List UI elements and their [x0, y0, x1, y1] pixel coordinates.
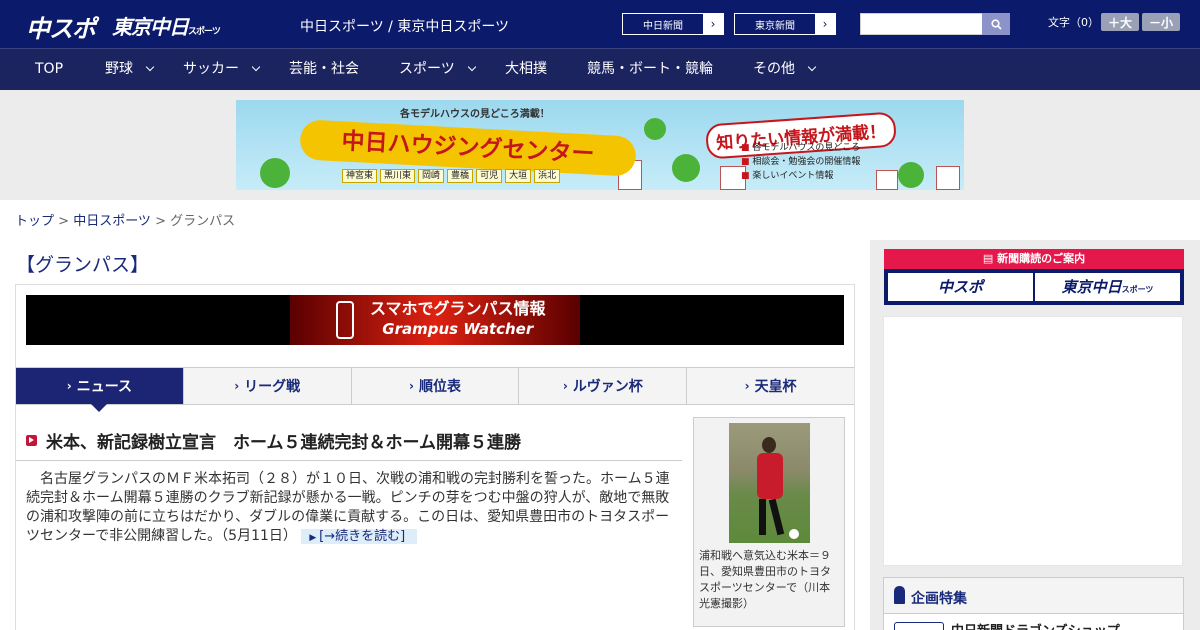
grampus-watcher-text: スマホでグランパス情報 Grampus Watcher [370, 299, 546, 339]
tab-bar: › ニュース › リーグ戦 › 順位表 › ルヴァン杯 › 天皇杯 [16, 367, 854, 412]
chunichi-shimbun-label: 中日新聞 [643, 20, 683, 32]
ad-city: 可児 [476, 169, 503, 183]
header: 中スポ 東京中日スポーツ 中日スポーツ / 東京中日スポーツ 中日新聞 › 東京… [0, 0, 1200, 48]
nav-item-baseball[interactable]: 野球 [105, 49, 155, 89]
ad-city: 岡崎 [418, 169, 445, 183]
chevron-right-icon: › [562, 379, 568, 393]
article-body: 名古屋グランパスのＭＦ米本拓司（２８）が１０日、次戦の浦和戦の完封勝利を誓った。… [26, 470, 681, 548]
ad-city: 大垣 [505, 169, 532, 183]
breadcrumb-section-link[interactable]: 中日スポーツ [73, 214, 151, 229]
chevron-right-icon: › [66, 379, 72, 393]
article-marker-icon [26, 435, 37, 446]
smartphone-icon [336, 301, 354, 339]
ad-list-item: 楽しいイベント情報 [741, 169, 860, 183]
nav-item-sumo[interactable]: 大相撲 [505, 49, 547, 89]
chevron-right-icon: › [703, 14, 723, 34]
tokyo-chunichi-logo[interactable]: 東京中日スポーツ [112, 11, 221, 40]
player-figure [768, 498, 785, 536]
chevron-right-icon: › [744, 379, 750, 393]
ribbon-icon [894, 586, 905, 604]
photo-caption: 浦和戦へ意気込む米本＝９日、愛知県豊田市のトヨタスポーツセンターで（川本光憲撮影… [699, 549, 831, 610]
font-size-label: 文字（0） [1048, 16, 1099, 29]
ad-list-item: 相談会・勉強会の開催情報 [741, 155, 860, 169]
chusupo-subscribe-logo[interactable]: 中スポ [888, 273, 1033, 301]
chevron-right-icon: › [409, 379, 414, 393]
chevron-down-icon [467, 62, 476, 72]
ad-banner-cities: 神宮東 黒川東 岡崎 豊橋 可児 大垣 浜北 [342, 169, 561, 183]
tab-standings[interactable]: › 順位表 [352, 368, 520, 404]
ad-list-item: 各モデルハウスの見どころ [741, 141, 860, 155]
ad-city: 豊橋 [447, 169, 474, 183]
chevron-right-icon: › [234, 379, 240, 393]
chunichi-shimbun-button[interactable]: 中日新聞 › [622, 13, 724, 35]
subscription-title: ▤ 新聞購読のご案内 [884, 249, 1184, 269]
ad-banner-top-text: 各モデルハウスの見どころ満載！ [400, 109, 550, 120]
site-name: 中日スポーツ / 東京中日スポーツ [300, 19, 510, 35]
font-larger-button[interactable]: ＋大 [1101, 13, 1139, 31]
chusupo-logo[interactable]: 中スポ [26, 9, 96, 44]
tokyo-chunichi-subscribe-logo[interactable]: 東京中日スポーツ [1035, 273, 1180, 301]
chevron-down-icon [251, 62, 261, 72]
nav-item-sports[interactable]: スポーツ [399, 49, 476, 89]
feature-section: 企画特集 中日新聞ドラゴンズショップ [883, 577, 1184, 630]
search-icon [990, 18, 1002, 30]
grampus-watcher-banner[interactable]: スマホでグランパス情報 Grampus Watcher [26, 295, 844, 345]
player-figure [757, 453, 783, 499]
chevron-right-icon: › [815, 14, 835, 34]
tab-league[interactable]: › リーグ戦 [184, 368, 352, 404]
article-photo-box: 浦和戦へ意気込む米本＝９日、愛知県豊田市のトヨタスポーツセンターで（川本光憲撮影… [693, 417, 845, 627]
feature-thumbnail[interactable] [894, 622, 944, 630]
tree-decoration [672, 154, 700, 182]
tree-decoration [898, 162, 924, 188]
search-button[interactable] [982, 13, 1010, 35]
grampus-watcher-line2: Grampus Watcher [382, 320, 534, 338]
article-date: （5月11日） [221, 528, 297, 544]
tab-levain-cup[interactable]: › ルヴァン杯 [519, 368, 688, 404]
feature-title: 企画特集 [911, 591, 967, 607]
nav-item-entertainment[interactable]: 芸能・社会 [289, 49, 359, 89]
ad-city: 黒川東 [380, 169, 416, 183]
tab-news[interactable]: › ニュース [16, 368, 184, 412]
breadcrumb: トップ > 中日スポーツ > グランパス [15, 210, 235, 229]
read-more-link[interactable]: [→続きを読む] [301, 529, 418, 544]
nav-item-soccer[interactable]: サッカー [183, 49, 261, 89]
article-photo[interactable] [729, 423, 810, 543]
breadcrumb-current: グランパス [170, 214, 236, 229]
feature-item-link[interactable]: 中日新聞ドラゴンズショップ [951, 620, 1120, 630]
article-title[interactable]: 米本、新記録樹立宣言 ホーム５連続完封＆ホーム開幕５連勝 [46, 428, 521, 453]
tree-decoration [260, 158, 290, 188]
soccer-ball-icon [789, 529, 799, 539]
main-content: スマホでグランパス情報 Grampus Watcher › ニュース › リーグ戦 … [15, 284, 855, 630]
ad-placeholder [883, 316, 1183, 566]
nav-item-other[interactable]: その他 [753, 49, 817, 89]
house-decoration [936, 166, 960, 190]
ad-city: 神宮東 [342, 169, 378, 183]
font-smaller-button[interactable]: －小 [1142, 13, 1180, 31]
breadcrumb-separator: > [54, 214, 74, 229]
article-header: 米本、新記録樹立宣言 ホーム５連続完封＆ホーム開幕５連勝 [16, 425, 682, 461]
house-decoration [876, 170, 898, 190]
feature-header: 企画特集 [884, 578, 1183, 614]
search-input[interactable] [860, 13, 984, 35]
main-nav: TOP 野球 サッカー 芸能・社会 スポーツ 大相撲 競馬・ボート・競輪 その他 [0, 48, 1200, 90]
tree-decoration [644, 118, 666, 140]
grampus-watcher-line1: スマホでグランパス情報 [370, 299, 546, 318]
nav-item-keiba[interactable]: 競馬・ボート・競輪 [587, 49, 713, 89]
housing-center-ad[interactable]: 各モデルハウスの見どころ満載！ 中日ハウジングセンター 神宮東 黒川東 岡崎 豊… [236, 100, 964, 190]
nav-item-top[interactable]: TOP [35, 49, 63, 89]
page-title: 【グランパス】 [16, 254, 150, 276]
breadcrumb-top-link[interactable]: トップ [15, 214, 54, 229]
tab-emperors-cup[interactable]: › 天皇杯 [687, 368, 854, 404]
tokyo-shimbun-label: 東京新聞 [755, 20, 795, 32]
tokyo-shimbun-button[interactable]: 東京新聞 › [734, 13, 836, 35]
ad-city: 浜北 [534, 169, 561, 183]
chevron-down-icon [807, 62, 817, 72]
chevron-down-icon [145, 62, 155, 72]
newspaper-icon: ▤ [982, 252, 998, 265]
ad-banner-list: 各モデルハウスの見どころ 相談会・勉強会の開催情報 楽しいイベント情報 [741, 141, 860, 183]
player-figure [762, 437, 776, 453]
subscription-banner[interactable]: ▤ 新聞購読のご案内 中スポ 東京中日スポーツ [884, 249, 1184, 305]
player-figure [759, 499, 766, 535]
breadcrumb-separator: > [150, 214, 171, 229]
